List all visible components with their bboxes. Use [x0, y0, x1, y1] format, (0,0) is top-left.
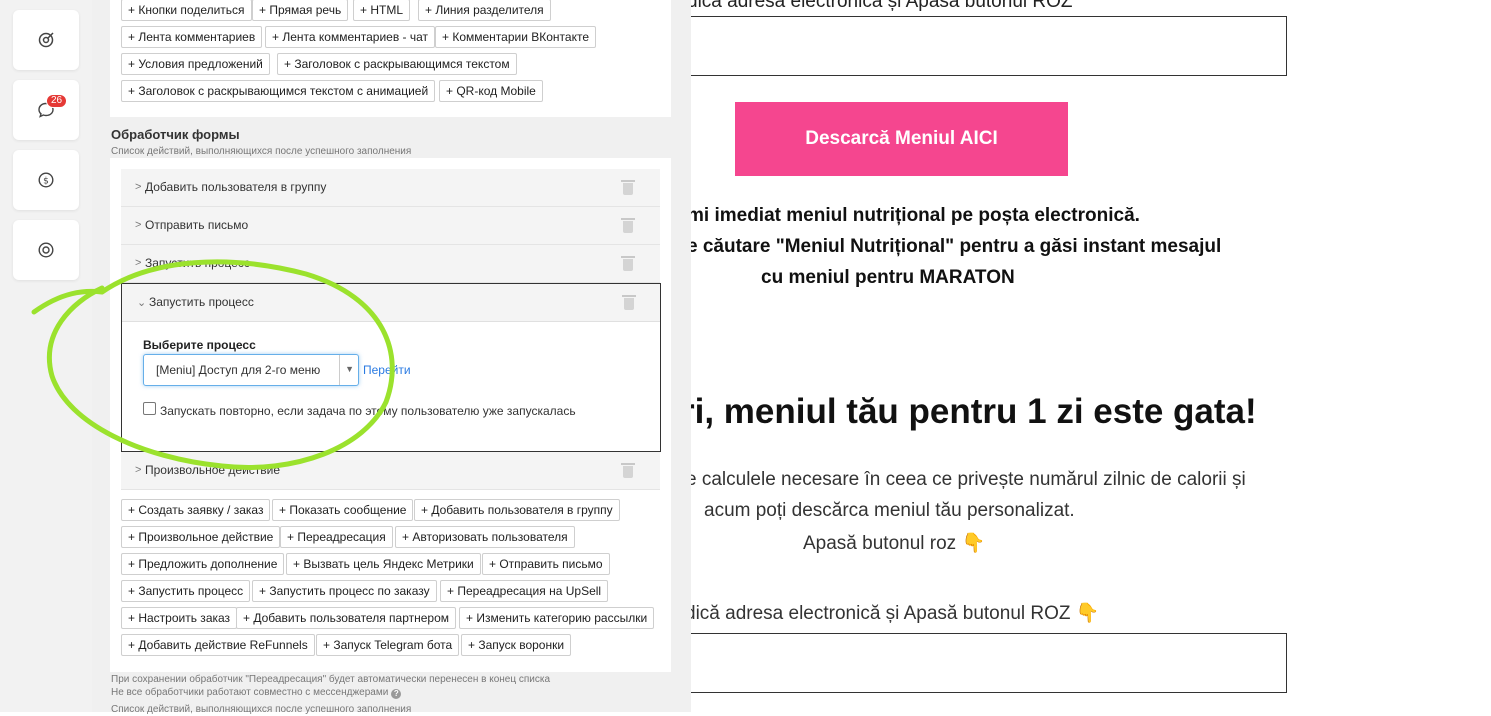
rerun-label: Запускать повторно, если задача по этому…: [160, 404, 576, 418]
unread-badge: 26: [46, 94, 68, 108]
action-send-email[interactable]: + Отправить письмо: [482, 553, 610, 575]
process-select-value: [Meniu] Доступ для 2-го меню: [156, 363, 321, 377]
action-create-order[interactable]: + Создать заявку / заказ: [121, 499, 271, 521]
handler-row[interactable]: > Отправить письмо: [121, 207, 660, 245]
preview-bold-line: mi imediat meniul nutrițional pe poșta e…: [691, 205, 1140, 226]
action-authorize-user[interactable]: + Авторизовать пользователя: [395, 526, 575, 548]
tag-comments-feed[interactable]: + Лента комментариев: [121, 26, 263, 48]
tag-html[interactable]: + HTML: [353, 0, 411, 21]
preview-bold-line: e căutare "Meniul Nutrițional" pentru a …: [691, 236, 1222, 257]
chevron-right-icon[interactable]: >: [135, 181, 141, 193]
page-preview: dica adresa electronică și Apasă butonul…: [691, 0, 1491, 712]
help-icon[interactable]: ?: [391, 689, 402, 699]
action-yandex-goal[interactable]: + Вызвать цель Яндекс Метрики: [286, 553, 481, 575]
preview-email-input[interactable]: [691, 633, 1287, 693]
rail-button-target[interactable]: [13, 10, 79, 70]
note-redirect: При сохранении обработчик "Переадресация…: [111, 674, 551, 685]
handler-list: > Добавить пользователя в группу > Отпра…: [110, 158, 671, 672]
trash-icon[interactable]: [622, 295, 636, 310]
form-handler-subtitle: Список действий, выполняющихся после усп…: [111, 146, 412, 157]
tag-offer-conditions[interactable]: + Условия предложений: [121, 53, 270, 75]
select-separator: [339, 355, 340, 385]
action-redirect[interactable]: + Переадресация: [280, 526, 393, 548]
preview-text-line: acum poți descărca meniul tău personaliz…: [704, 500, 1075, 521]
tag-direct-speech[interactable]: + Прямая речь: [252, 0, 349, 21]
handler-row-header[interactable]: ⌄ Запустить процесс: [122, 284, 660, 322]
chevron-right-icon[interactable]: >: [135, 257, 141, 269]
chevron-down-icon[interactable]: ⌄: [137, 296, 146, 309]
action-telegram-bot[interactable]: + Запуск Telegram бота: [316, 634, 460, 656]
preview-bold-line: cu meniul pentru MARATON: [761, 267, 1015, 288]
icon-rail: 26 $: [0, 0, 92, 712]
preview-email-instruction: dica adresa electronică și Apasă butonul…: [691, 0, 1073, 12]
support-icon: [38, 242, 54, 258]
note-actions-list: Список действий, выполняющихся после усп…: [111, 704, 412, 715]
widget-tags-box: + Кнопки поделиться + Прямая речь + HTML…: [110, 0, 671, 117]
process-select[interactable]: [Meniu] Доступ для 2-го меню ▼: [143, 354, 359, 386]
action-add-partner[interactable]: + Добавить пользователя партнером: [236, 607, 457, 629]
handler-row[interactable]: > Добавить пользователя в группу: [121, 169, 660, 207]
caret-down-icon[interactable]: ▼: [345, 364, 354, 374]
action-custom[interactable]: + Произвольное действие: [121, 526, 281, 548]
action-configure-order[interactable]: + Настроить заказ: [121, 607, 238, 629]
handler-row[interactable]: > Запустить процесс: [121, 245, 660, 283]
note-messengers-row: Не все обработчики работают совместно с …: [111, 686, 550, 699]
chevron-right-icon[interactable]: >: [135, 219, 141, 231]
trash-icon[interactable]: [621, 463, 635, 478]
action-start-process-order[interactable]: + Запустить процесс по заказу: [252, 580, 437, 602]
tag-expanding-heading[interactable]: + Заголовок с раскрывающимся текстом: [277, 53, 517, 75]
action-redirect-upsell[interactable]: + Переадресация на UpSell: [440, 580, 609, 602]
action-change-mailing-category[interactable]: + Изменить категорию рассылки: [459, 607, 655, 629]
money-icon: $: [38, 172, 54, 188]
handler-row-label: Произвольное действие: [145, 463, 281, 477]
tag-expanding-heading-animation[interactable]: + Заголовок с раскрывающимся текстом с а…: [121, 80, 436, 102]
tag-share-buttons[interactable]: + Кнопки поделиться: [121, 0, 252, 21]
action-start-process[interactable]: + Запустить процесс: [121, 580, 251, 602]
preview-text-line: Apasă butonul roz 👇: [803, 533, 986, 554]
tag-vk-comments[interactable]: + Комментарии ВКонтакте: [435, 26, 597, 48]
choose-process-label: Выберите процесс: [143, 338, 256, 352]
preview-text-line: e calculele necesare în ceea ce privește…: [691, 469, 1246, 490]
tag-comments-chat[interactable]: + Лента комментариев - чат: [265, 26, 436, 48]
note-messengers: Не все обработчики работают совместно с …: [111, 687, 389, 698]
form-handler-title: Обработчик формы: [111, 127, 240, 142]
preview-heading: ri, meniul tău pentru 1 zi este gata!: [691, 392, 1257, 431]
rerun-checkbox[interactable]: [143, 402, 156, 415]
chevron-right-icon[interactable]: >: [135, 464, 141, 476]
action-refunnels[interactable]: + Добавить действие ReFunnels: [121, 634, 315, 656]
action-offer-addon[interactable]: + Предложить дополнение: [121, 553, 285, 575]
trash-icon[interactable]: [621, 256, 635, 271]
trash-icon[interactable]: [621, 180, 635, 195]
action-start-funnel[interactable]: + Запуск воронки: [461, 634, 572, 656]
rail-button-support[interactable]: [13, 220, 79, 280]
handler-row-label: Запустить процесс: [145, 256, 250, 270]
handler-notes: При сохранении обработчик "Переадресация…: [111, 673, 550, 716]
rail-button-money[interactable]: $: [13, 150, 79, 210]
target-icon: [38, 32, 54, 48]
handler-row-label: Добавить пользователя в группу: [145, 180, 327, 194]
tag-qr-code[interactable]: + QR-код Mobile: [439, 80, 543, 102]
tag-divider-line[interactable]: + Линия разделителя: [418, 0, 551, 21]
editor-panel: + Кнопки поделиться + Прямая речь + HTML…: [92, 0, 691, 715]
handler-row-label: Отправить письмо: [145, 218, 249, 232]
handler-row-label: Запустить процесс: [149, 295, 254, 309]
handler-row-expanded: ⌄ Запустить процесс Выберите процесс [Me…: [121, 283, 661, 452]
trash-icon[interactable]: [621, 218, 635, 233]
rail-button-chat[interactable]: 26: [13, 80, 79, 140]
action-show-message[interactable]: + Показать сообщение: [272, 499, 414, 521]
preview-email-instruction: dică adresa electronică și Apasă butonul…: [691, 603, 1100, 624]
action-add-user-group[interactable]: + Добавить пользователя в группу: [414, 499, 620, 521]
preview-email-input[interactable]: [691, 16, 1287, 76]
preview-download-button[interactable]: Descarcă Meniul AICI: [735, 102, 1068, 176]
handler-row[interactable]: > Произвольное действие: [121, 452, 660, 490]
svg-text:$: $: [43, 177, 49, 187]
goto-process-link[interactable]: Перейти: [363, 363, 411, 377]
